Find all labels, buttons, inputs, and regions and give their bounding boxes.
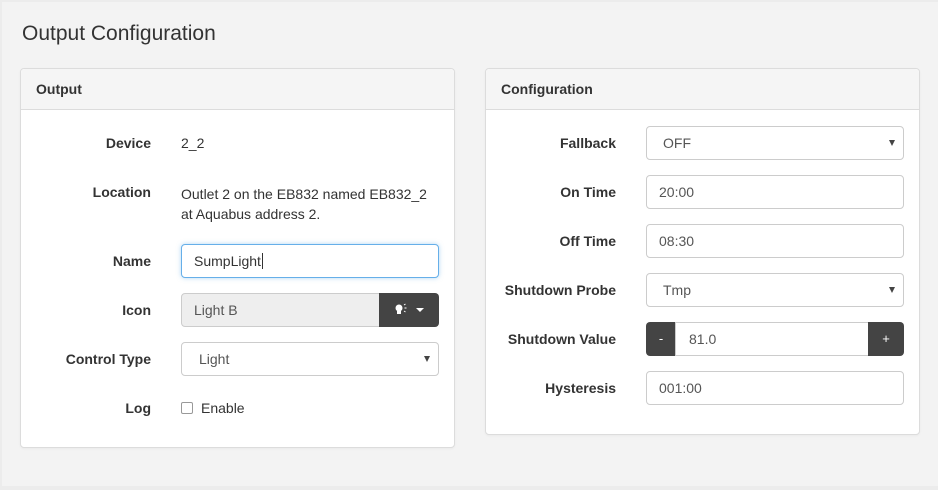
on-time-value: 20:00	[659, 184, 695, 200]
chevron-down-icon	[889, 287, 895, 293]
icon-field-value: Light B	[194, 302, 238, 318]
fallback-value: OFF	[663, 135, 691, 151]
chevron-down-icon	[424, 356, 430, 362]
control-type-value: Light	[199, 351, 230, 367]
on-time-input[interactable]: 20:00	[646, 175, 904, 209]
output-panel-heading: Output	[21, 69, 454, 110]
shutdown-value-input[interactable]: 81.0	[675, 322, 869, 356]
chevron-down-icon	[889, 140, 895, 146]
device-value: 2_2	[181, 135, 205, 151]
log-enable-label[interactable]: Enable	[201, 400, 245, 416]
on-time-label: On Time	[560, 184, 616, 200]
icon-picker-button[interactable]	[379, 293, 439, 327]
configuration-panel-heading: Configuration	[486, 69, 919, 110]
page-container: Output Configuration Output Device 2_2 L…	[2, 2, 938, 486]
location-label: Location	[92, 184, 151, 200]
shutdown-probe-select[interactable]: Tmp	[646, 273, 904, 307]
control-type-select[interactable]: Light	[181, 342, 439, 376]
shutdown-probe-value: Tmp	[663, 282, 691, 298]
hysteresis-label: Hysteresis	[545, 380, 616, 396]
icon-label: Icon	[122, 302, 151, 318]
log-enable-checkbox[interactable]	[181, 402, 193, 414]
shutdown-value-label: Shutdown Value	[507, 331, 616, 347]
name-input[interactable]: SumpLight	[181, 244, 439, 278]
page-title: Output Configuration	[22, 22, 216, 45]
location-line-2: at Aquabus address 2.	[181, 206, 321, 222]
log-label: Log	[125, 400, 151, 416]
fallback-select[interactable]: OFF	[646, 126, 904, 160]
name-label: Name	[112, 253, 151, 269]
output-panel: Output Device 2_2 Location Outlet 2 on t…	[20, 68, 455, 448]
chevron-down-icon	[416, 308, 424, 312]
shutdown-probe-label: Shutdown Probe	[504, 282, 616, 298]
icon-field: Light B	[181, 293, 381, 327]
configuration-panel: Configuration Fallback OFF On Time 20:00…	[485, 68, 920, 435]
location-value: Outlet 2 on the EB832 named EB832_2 at A…	[181, 184, 427, 224]
hysteresis-input[interactable]: 001:00	[646, 371, 904, 405]
off-time-input[interactable]: 08:30	[646, 224, 904, 258]
hysteresis-value: 001:00	[659, 380, 702, 396]
location-line-1: Outlet 2 on the EB832 named EB832_2	[181, 186, 427, 202]
device-label: Device	[105, 135, 151, 151]
decrement-button[interactable]: -	[646, 322, 676, 356]
name-input-value: SumpLight	[194, 253, 261, 269]
off-time-value: 08:30	[659, 233, 695, 249]
increment-button[interactable]: +	[868, 322, 904, 356]
control-type-label: Control Type	[65, 351, 151, 367]
shutdown-value-value: 81.0	[689, 331, 717, 347]
lightbulb-icon	[395, 303, 407, 314]
fallback-label: Fallback	[559, 135, 616, 151]
off-time-label: Off Time	[559, 233, 616, 249]
